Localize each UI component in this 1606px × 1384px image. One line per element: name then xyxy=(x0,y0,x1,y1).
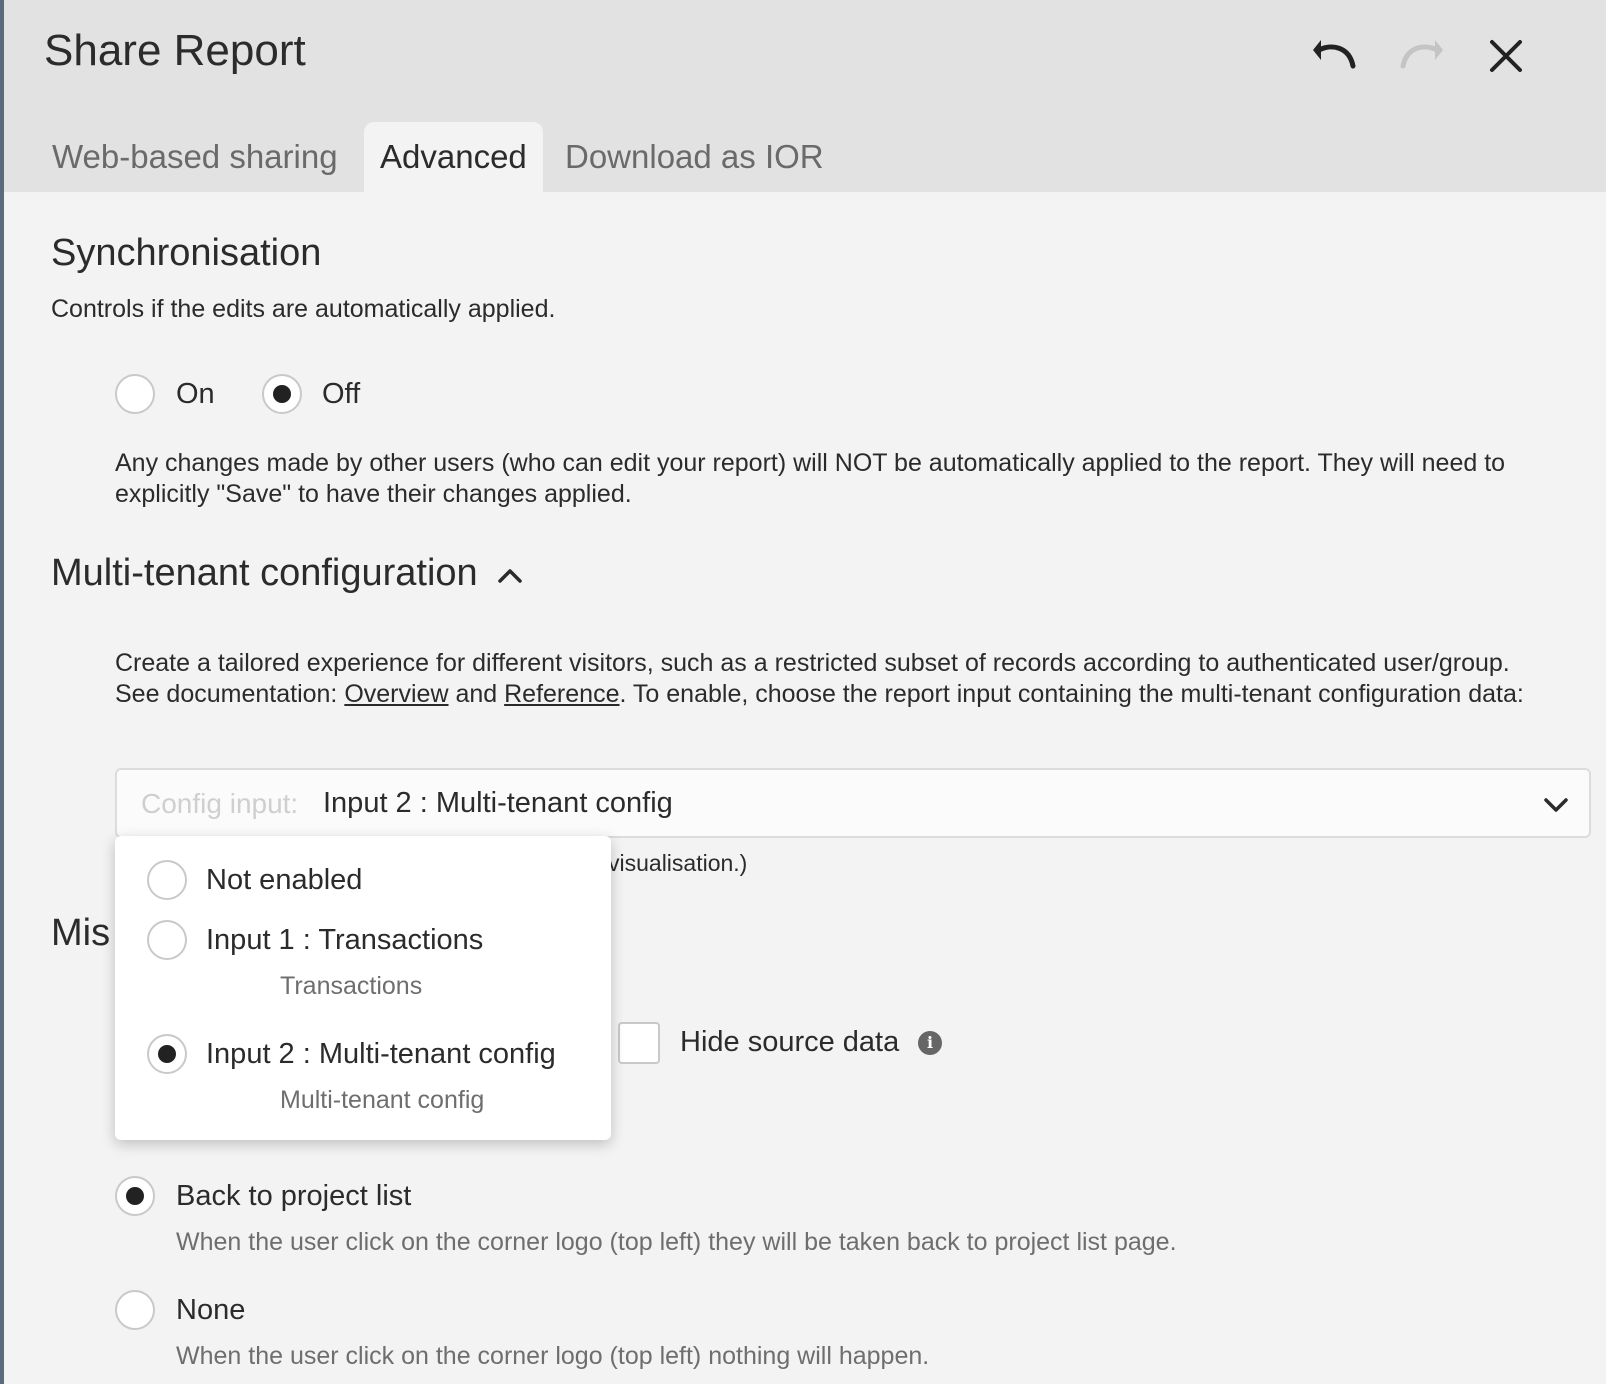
chevron-up-icon xyxy=(498,569,522,583)
logo-none-description: When the user click on the corner logo (… xyxy=(176,1342,930,1370)
radio-selected-dot xyxy=(273,385,291,403)
option-not-enabled-label[interactable]: Not enabled xyxy=(206,864,362,897)
option-input-2-sub: Multi-tenant config xyxy=(280,1086,485,1114)
config-input-select[interactable]: Config input: Input 2 : Multi-tenant con… xyxy=(115,768,1591,838)
config-input-value: Input 2 : Multi-tenant config xyxy=(323,787,673,819)
dialog-title: Share Report xyxy=(44,26,306,75)
chevron-down-icon xyxy=(1544,798,1568,812)
config-input-dropdown: Not enabled Input 1 : Transactions Trans… xyxy=(115,836,611,1140)
multitenant-section-title[interactable]: Multi-tenant configuration xyxy=(51,552,524,595)
option-input-2-radio[interactable] xyxy=(147,1034,187,1074)
option-input-2-label[interactable]: Input 2 : Multi-tenant config xyxy=(206,1038,556,1071)
logo-back-label: Back to project list xyxy=(176,1180,412,1212)
sync-description: Any changes made by other users (who can… xyxy=(115,449,1506,508)
sync-subtitle: Controls if the edits are automatically … xyxy=(51,295,556,323)
multitenant-description: Create a tailored experience for differe… xyxy=(115,649,1524,708)
sync-off-label: Off xyxy=(322,378,361,410)
logo-none-radio[interactable] xyxy=(115,1290,155,1330)
tab-advanced[interactable]: Advanced xyxy=(364,122,543,192)
share-report-dialog: Share Report Web-based sharing Advanced … xyxy=(4,0,1606,1384)
tab-download-as-ior[interactable]: Download as IOR xyxy=(549,122,840,192)
sync-off-radio[interactable] xyxy=(262,374,302,414)
reference-link[interactable]: Reference xyxy=(504,680,619,708)
radio-selected-dot xyxy=(158,1045,176,1063)
logo-back-radio[interactable] xyxy=(115,1176,155,1216)
overview-link[interactable]: Overview xyxy=(344,680,448,708)
sync-on-radio[interactable] xyxy=(115,374,155,414)
option-input-1-radio[interactable] xyxy=(147,920,187,960)
sync-section-title: Synchronisation xyxy=(51,232,322,274)
hide-source-data-label: Hide source data xyxy=(680,1026,900,1058)
logo-back-description: When the user click on the corner logo (… xyxy=(176,1228,1177,1256)
tab-web-based-sharing[interactable]: Web-based sharing xyxy=(36,122,354,192)
undo-icon[interactable] xyxy=(1310,32,1358,80)
radio-selected-dot xyxy=(126,1187,144,1205)
option-input-1-sub: Transactions xyxy=(280,972,423,1000)
multitenant-title-text: Multi-tenant configuration xyxy=(51,552,478,594)
misc-section-title: Mis xyxy=(51,912,111,954)
logo-none-label: None xyxy=(176,1294,246,1326)
close-icon[interactable] xyxy=(1482,32,1530,80)
config-input-placeholder: Config input: xyxy=(141,788,299,819)
option-not-enabled-radio[interactable] xyxy=(147,860,187,900)
config-hint-fragment: visualisation.) xyxy=(608,850,748,876)
hide-source-data-checkbox[interactable] xyxy=(618,1022,660,1064)
dialog-header: Share Report Web-based sharing Advanced … xyxy=(4,0,1606,192)
option-input-1-label[interactable]: Input 1 : Transactions xyxy=(206,924,483,957)
redo-icon[interactable] xyxy=(1398,32,1446,80)
sync-on-label: On xyxy=(176,378,215,410)
info-icon[interactable]: i xyxy=(918,1031,942,1055)
